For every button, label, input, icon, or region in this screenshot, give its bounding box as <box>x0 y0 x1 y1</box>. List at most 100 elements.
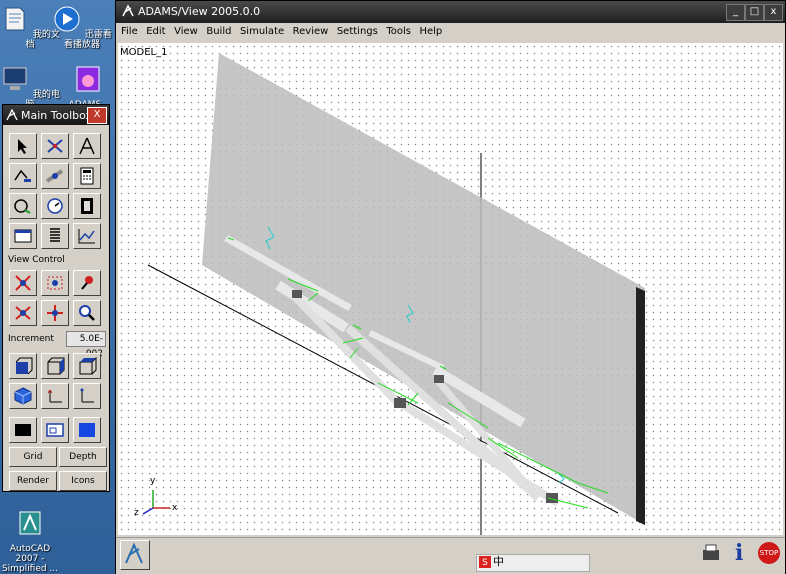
maximize-button[interactable]: □ <box>745 4 764 21</box>
cube-iso-icon <box>14 387 32 405</box>
spring-tool-button[interactable] <box>41 223 69 249</box>
postprocessor-button[interactable] <box>73 223 101 249</box>
adams-logo-icon <box>122 4 134 17</box>
triad-123-button[interactable] <box>73 383 101 409</box>
ime-toolbar[interactable]: S中 <box>476 554 590 572</box>
joint-icon <box>45 169 64 183</box>
marker-tool-button[interactable] <box>73 133 101 159</box>
menu-tools[interactable]: Tools <box>386 23 411 37</box>
status-bar: S中 i STOP <box>116 537 785 574</box>
menu-help[interactable]: Help <box>419 23 442 37</box>
select-tool-button[interactable] <box>9 133 37 159</box>
minimize-button[interactable]: _ <box>726 4 745 21</box>
joint-tool-button[interactable] <box>41 163 69 189</box>
autocad-icon <box>19 511 41 535</box>
translate-view-button[interactable] <box>41 300 69 326</box>
menu-settings[interactable]: Settings <box>337 23 378 37</box>
center-view-button[interactable] <box>73 270 101 296</box>
graph-icon <box>78 229 95 244</box>
triad-y-label: y <box>150 476 156 486</box>
magnifier-icon <box>79 305 95 321</box>
triad-xy-button[interactable] <box>41 383 69 409</box>
joint-block <box>292 290 302 298</box>
info-button[interactable]: i <box>735 540 743 566</box>
toolbox-close-button[interactable]: X <box>87 107 107 124</box>
blue-square-icon <box>79 423 95 437</box>
black-square-icon <box>15 424 31 436</box>
menu-review[interactable]: Review <box>293 23 329 37</box>
coordinate-triad <box>142 490 170 515</box>
desktop-icon-autocad[interactable]: AutoCAD 2007 - Simplified ... <box>0 508 60 574</box>
adams-logo-icon <box>6 109 18 121</box>
cube-top-icon <box>79 356 97 375</box>
media-player-icon <box>54 6 80 32</box>
rotate-view-button[interactable] <box>9 300 37 326</box>
shaded-render-button[interactable] <box>73 417 101 443</box>
triad-z-axis <box>142 507 154 515</box>
zoom-box-icon <box>47 276 63 290</box>
wall-edge <box>636 287 645 525</box>
view-control-label: View Control <box>8 255 65 265</box>
menu-edit[interactable]: Edit <box>146 23 165 37</box>
adams-status-button[interactable] <box>120 540 150 570</box>
compass-icon <box>79 137 95 155</box>
iso-view-button[interactable] <box>9 383 37 409</box>
window-small-icon <box>46 423 64 437</box>
window-icon <box>14 229 32 243</box>
motion-icon <box>14 199 31 214</box>
menu-bar: File Edit View Build Simulate Review Set… <box>116 23 785 41</box>
top-view-button[interactable] <box>73 353 101 379</box>
axes-numbered-icon <box>80 388 94 403</box>
desktop-icon-documents[interactable]: 我的文档 <box>0 4 60 50</box>
menu-file[interactable]: File <box>121 23 138 37</box>
icons-button[interactable]: Icons <box>59 471 107 491</box>
toolbox-title-bar[interactable]: Main Toolbox X <box>3 105 109 125</box>
adams-view-window: ADAMS/View 2005.0.0 _ □ x File Edit View… <box>115 0 786 574</box>
desktop-icon-media-player[interactable]: 迅雷看看播放器 <box>52 4 112 50</box>
fit-view-button[interactable] <box>9 270 37 296</box>
adams-logo-icon <box>125 542 143 564</box>
documents-icon <box>5 7 25 31</box>
plot-window-button[interactable] <box>9 223 37 249</box>
close-button[interactable]: x <box>764 4 783 21</box>
menu-view[interactable]: View <box>174 23 198 37</box>
arrow-pointer-icon <box>18 139 27 154</box>
grid-button[interactable]: Grid <box>9 447 57 467</box>
point-tool-button[interactable] <box>41 133 69 159</box>
front-view-button[interactable] <box>9 353 37 379</box>
model-scene <box>142 53 645 535</box>
wall-plane <box>202 53 645 525</box>
printer-icon[interactable] <box>700 542 722 566</box>
calculator-tool-button[interactable] <box>73 163 101 189</box>
cube-side-icon <box>47 357 65 375</box>
link-tool-button[interactable] <box>9 163 37 189</box>
measure-tool-button[interactable] <box>41 193 69 219</box>
background-color-button[interactable] <box>9 417 37 443</box>
zoom-button[interactable] <box>73 300 101 326</box>
crosshair-icon <box>47 139 63 153</box>
toggle-window-button[interactable] <box>41 417 69 443</box>
film-strip-icon <box>81 198 93 214</box>
ime-logo-icon: S <box>479 556 491 568</box>
window-title: ADAMS/View 2005.0.0 <box>138 5 261 18</box>
move-icon <box>47 305 63 321</box>
render-button[interactable]: Render <box>9 471 57 491</box>
title-bar[interactable]: ADAMS/View 2005.0.0 _ □ x <box>116 1 785 23</box>
stop-button[interactable]: STOP <box>758 542 780 564</box>
zoom-box-button[interactable] <box>41 270 69 296</box>
menu-build[interactable]: Build <box>206 23 231 37</box>
rotate-icon <box>15 306 31 320</box>
toolbox-title: Main Toolbox <box>21 109 93 122</box>
motion-tool-button[interactable] <box>9 193 37 219</box>
increment-field[interactable]: 5.0E-002 <box>66 331 106 359</box>
animation-tool-button[interactable] <box>73 193 101 219</box>
side-view-button[interactable] <box>41 353 69 379</box>
joint-block <box>394 398 406 408</box>
gauge-icon <box>47 198 63 214</box>
model-viewport[interactable]: MODEL_1 y x z <box>118 43 783 535</box>
desktop-icon-label: AutoCAD 2007 - Simplified ... <box>1 544 59 574</box>
depth-button[interactable]: Depth <box>59 447 107 467</box>
axes-xy-icon <box>47 389 62 403</box>
menu-simulate[interactable]: Simulate <box>240 23 284 37</box>
joint-block <box>434 375 444 383</box>
